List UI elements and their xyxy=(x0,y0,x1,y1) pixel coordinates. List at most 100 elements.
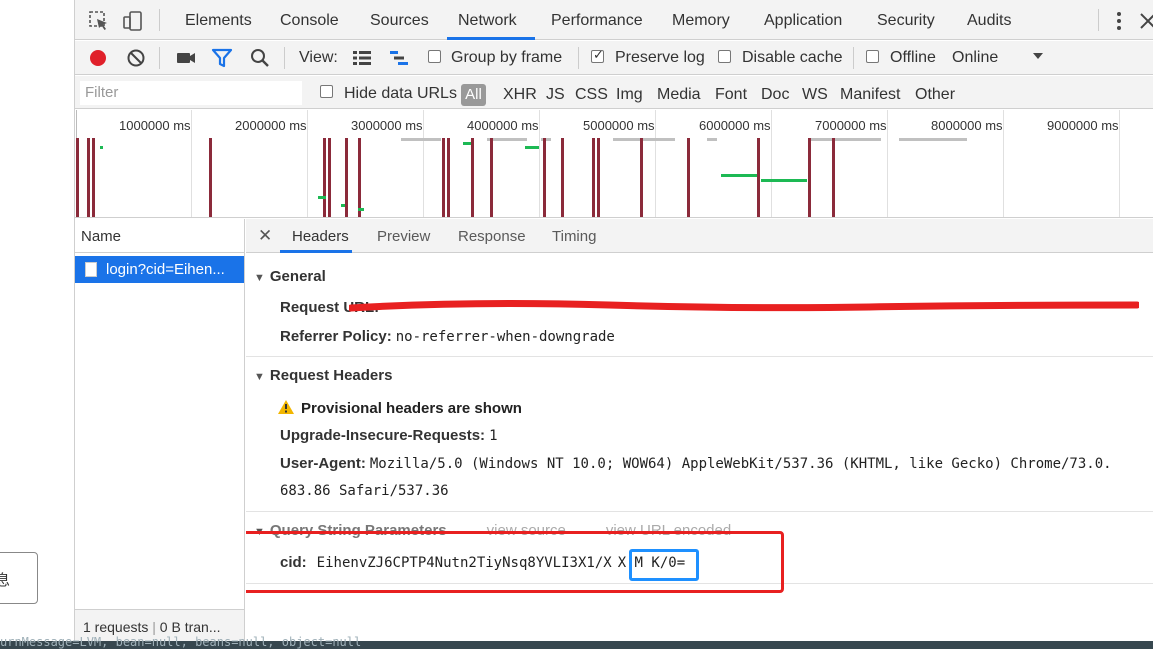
offline-checkbox[interactable] xyxy=(866,50,879,63)
overview-event-bar xyxy=(471,138,474,217)
overview-grid-line xyxy=(307,110,308,217)
overview-event-bar xyxy=(401,138,441,141)
search-icon[interactable] xyxy=(249,47,271,69)
tabbar-separator xyxy=(159,9,160,31)
filter-type-xhr[interactable]: XHR xyxy=(503,86,537,104)
filter-icon[interactable] xyxy=(211,47,233,69)
referrer-policy-label: Referrer Policy: xyxy=(280,328,392,345)
offline-label: Offline xyxy=(890,49,936,66)
overview-tick-label: 8000000 ms xyxy=(931,118,1003,133)
request-headers-title: Request Headers xyxy=(269,367,393,384)
tab-response[interactable]: Response xyxy=(458,228,526,245)
tab-audits[interactable]: Audits xyxy=(967,12,1011,30)
user-agent-row: User-Agent: Mozilla/5.0 (Windows NT 10.0;… xyxy=(280,455,1112,472)
filter-type-img[interactable]: Img xyxy=(616,86,643,104)
filter-input[interactable]: Filter xyxy=(80,81,302,105)
warning-icon xyxy=(278,400,294,414)
tab-console[interactable]: Console xyxy=(280,12,339,30)
record-icon[interactable] xyxy=(87,47,109,69)
select-element-icon[interactable] xyxy=(88,10,110,32)
tab-preview[interactable]: Preview xyxy=(377,228,430,245)
overview-event-bar xyxy=(463,142,471,145)
request-list: Name login?cid=Eihen... 1 requests | 0 B… xyxy=(75,219,245,641)
page-background: 息 xyxy=(0,0,74,649)
disable-cache-checkbox[interactable] xyxy=(718,50,731,63)
hide-data-urls-checkbox[interactable] xyxy=(320,85,333,98)
waterfall-overview-icon[interactable] xyxy=(388,47,410,69)
tabbar-separator xyxy=(1098,9,1099,31)
screenshot-camera-icon[interactable] xyxy=(175,47,197,69)
overview-tick-label: 7000000 ms xyxy=(815,118,887,133)
overview-event-bar xyxy=(358,138,361,217)
overview-event-bar xyxy=(87,138,90,217)
overview-event-bar xyxy=(757,138,760,217)
filter-type-other[interactable]: Other xyxy=(915,86,955,104)
overview-event-bar xyxy=(613,138,675,141)
group-by-frame-checkbox[interactable] xyxy=(428,50,441,63)
overview-grid-line xyxy=(655,110,656,217)
overview-event-bar xyxy=(328,138,331,217)
filter-type-manifest[interactable]: Manifest xyxy=(840,86,900,104)
tab-headers[interactable]: Headers xyxy=(292,228,349,245)
overview-event-bar xyxy=(597,138,600,217)
overview-event-bar xyxy=(76,138,79,217)
vertical-ellipsis-icon[interactable] xyxy=(1108,10,1130,32)
filter-type-all[interactable]: All xyxy=(461,84,486,106)
tab-elements[interactable]: Elements xyxy=(185,12,252,30)
view-label: View: xyxy=(299,49,338,66)
referrer-policy-value: no-referrer-when-downgrade xyxy=(395,329,615,345)
network-toolbar: View: Group by frame Preserve log Disabl… xyxy=(75,41,1153,75)
request-count: 1 requests xyxy=(83,619,149,635)
tab-sources[interactable]: Sources xyxy=(370,12,429,30)
toolbar-separator xyxy=(853,47,854,69)
tab-performance[interactable]: Performance xyxy=(551,12,643,30)
tab-security[interactable]: Security xyxy=(877,12,935,30)
overview-tick-label: 2000000 ms xyxy=(235,118,307,133)
dropdown-arrow-icon[interactable] xyxy=(1031,49,1045,63)
overview-grid-line xyxy=(887,110,888,217)
overview-event-bar xyxy=(490,138,493,217)
close-devtools-icon[interactable] xyxy=(1137,10,1153,32)
overview-tick-label: 9000000 ms xyxy=(1047,118,1119,133)
overview-tick-label: 6000000 ms xyxy=(699,118,771,133)
filter-type-doc[interactable]: Doc xyxy=(761,86,789,104)
large-rows-icon[interactable] xyxy=(351,47,373,69)
overview-event-bar xyxy=(447,138,450,217)
provisional-text: Provisional headers are shown xyxy=(301,400,522,417)
blue-annotation-box xyxy=(629,549,699,581)
page-side-button-label: 息 xyxy=(0,572,11,589)
page-side-button[interactable]: 息 xyxy=(0,552,38,604)
filter-type-font[interactable]: Font xyxy=(715,86,747,104)
referrer-policy-row: Referrer Policy: no-referrer-when-downgra… xyxy=(280,328,615,345)
filter-type-css[interactable]: CSS xyxy=(575,86,608,104)
collapse-triangle-icon: ▼ xyxy=(254,272,265,284)
upgrade-insecure-row: Upgrade-Insecure-Requests: 1 xyxy=(280,427,498,444)
close-detail-icon[interactable]: ✕ xyxy=(258,226,272,246)
overview-event-bar xyxy=(543,138,546,217)
filter-type-js[interactable]: JS xyxy=(546,86,565,104)
filter-type-ws[interactable]: WS xyxy=(802,86,828,104)
overview-event-bar xyxy=(442,138,445,217)
network-overview-timeline[interactable]: 1000000 ms 2000000 ms 3000000 ms 4000000… xyxy=(75,110,1153,218)
general-section-header[interactable]: ▼ General xyxy=(254,268,326,285)
device-toolbar-icon[interactable] xyxy=(122,10,144,32)
tab-network[interactable]: Network xyxy=(458,12,517,30)
throttling-select[interactable]: Online xyxy=(952,49,998,67)
overview-event-bar xyxy=(525,146,539,149)
request-row[interactable]: login?cid=Eihen... xyxy=(75,256,244,283)
clear-icon[interactable] xyxy=(125,47,147,69)
page-console-strip: urnMessage=LVM, bean=null, beans=null, o… xyxy=(0,635,1153,649)
tab-application[interactable]: Application xyxy=(764,12,842,30)
overview-event-bar xyxy=(92,138,95,217)
tab-timing[interactable]: Timing xyxy=(552,228,596,245)
filter-type-media[interactable]: Media xyxy=(657,86,701,104)
overview-event-bar xyxy=(209,138,212,217)
overview-event-bar xyxy=(323,138,326,217)
request-headers-section-header[interactable]: ▼ Request Headers xyxy=(254,367,392,384)
preserve-log-checkbox[interactable] xyxy=(591,47,604,63)
devtools-tabbar: Elements Console Sources Network Perform… xyxy=(75,0,1153,40)
name-column-header[interactable]: Name xyxy=(75,219,244,253)
tab-memory[interactable]: Memory xyxy=(672,12,730,30)
section-divider xyxy=(246,356,1153,357)
overview-tick-label: 4000000 ms xyxy=(467,118,539,133)
